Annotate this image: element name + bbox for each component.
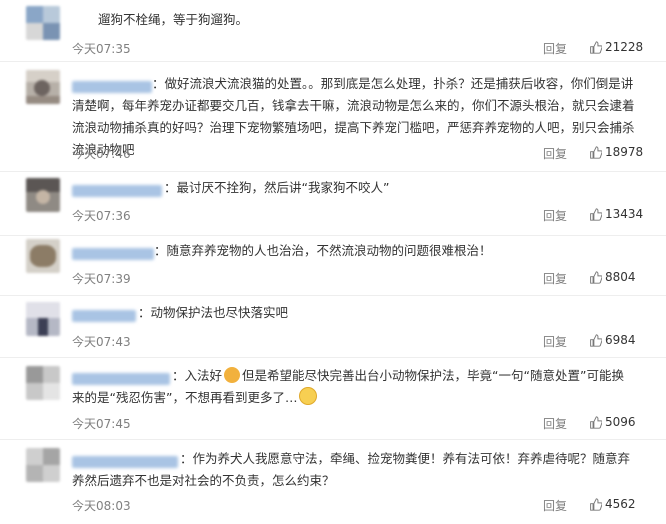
like-button[interactable]: 21228 [589, 40, 643, 54]
avatar[interactable] [26, 178, 60, 212]
name-colon: ： [164, 180, 177, 195]
comment-item: ：做好流浪犬流浪猫的处置。。那到底是怎么处理，扑杀？还是捕获后收容，你们倒是讲清… [0, 62, 666, 172]
like-button[interactable]: 8804 [589, 270, 636, 284]
comment-item: ：动物保护法也尽快落实吧 今天07:43 回复 6984 [0, 296, 666, 358]
name-colon: ： [152, 76, 165, 91]
comment-text: ：入法好 但是希望能尽快完善出台小动物保护法，毕竟“一句“随意处置”可能换来的是“… [72, 367, 624, 405]
comment-item: ：入法好 但是希望能尽快完善出台小动物保护法，毕竟“一句“随意处置”可能换来的是“… [0, 358, 666, 440]
reply-button[interactable]: 回复 [543, 40, 567, 57]
reply-button[interactable]: 回复 [543, 497, 567, 514]
thumbs-up-icon [590, 415, 602, 429]
avatar[interactable] [26, 239, 60, 273]
reply-button[interactable]: 回复 [543, 415, 567, 432]
thumbs-up-icon [590, 207, 602, 221]
reply-button[interactable]: 回复 [543, 270, 567, 287]
like-count: 8804 [605, 270, 636, 284]
comment-time: 今天07:43 [72, 335, 131, 349]
like-button[interactable]: 13434 [589, 207, 643, 221]
comment-text: ：作为养犬人我愿意守法，牵绳、捡宠物粪便！养有法可依！弃养虐待呢？随意弃养然后遗… [72, 451, 631, 488]
like-button[interactable]: 18978 [589, 145, 643, 159]
like-count: 6984 [605, 333, 636, 347]
comment-time: 今天07:39 [72, 272, 131, 286]
thumbs-up-emoji-icon [224, 367, 241, 383]
comment-time: 今天07:36 [72, 209, 131, 223]
comment-text: ：随意弃养宠物的人也治治，不然流浪动物的问题很难根治！ [154, 243, 492, 258]
reply-button[interactable]: 回复 [543, 207, 567, 224]
like-button[interactable]: 5096 [589, 415, 636, 429]
like-button[interactable]: 4562 [589, 497, 636, 511]
like-count: 13434 [605, 207, 644, 221]
avatar[interactable] [26, 448, 60, 482]
name-colon: ： [180, 451, 193, 466]
comment-text: ：最讨厌不拴狗，然后讲“我家狗不咬人” [164, 180, 390, 195]
comment-text: ：动物保护法也尽快落实吧 [138, 305, 289, 320]
comment-time: 今天07:45 [72, 417, 131, 431]
reply-button[interactable]: 回复 [543, 145, 567, 162]
like-count: 18978 [605, 145, 644, 159]
comment-item: ：最讨厌不拴狗，然后讲“我家狗不咬人” 今天07:36 回复 13434 [0, 172, 666, 236]
comment-time: 今天07:35 [72, 42, 131, 56]
comment-time: 今天07:46 [72, 147, 131, 161]
comment-item: ：作为养犬人我愿意守法，牵绳、捡宠物粪便！养有法可依！弃养虐待呢？随意弃养然后遗… [0, 440, 666, 524]
like-count: 4562 [605, 497, 636, 511]
name-colon: ： [172, 368, 185, 383]
comment-time: 今天08:03 [72, 499, 131, 513]
name-colon: ： [138, 305, 151, 320]
name-colon: ： [154, 243, 167, 258]
thumbs-up-icon [590, 497, 602, 511]
thumbs-up-icon [590, 333, 602, 347]
avatar[interactable] [26, 70, 60, 104]
reply-button[interactable]: 回复 [543, 333, 567, 350]
thumbs-up-icon [590, 40, 602, 54]
comment-item: ：随意弃养宠物的人也治治，不然流浪动物的问题很难根治！ 今天07:39 回复 8… [0, 236, 666, 296]
comment-text: 遛狗不栓绳，等于狗遛狗。 [98, 12, 249, 27]
avatar[interactable] [26, 366, 60, 400]
avatar[interactable] [26, 6, 60, 40]
thumbs-up-icon [590, 145, 602, 159]
like-button[interactable]: 6984 [589, 333, 636, 347]
comment-item: 遛狗不栓绳，等于狗遛狗。 今天07:35 回复 21228 [0, 0, 666, 62]
smile-emoji-icon [299, 387, 318, 405]
thumbs-up-icon [590, 270, 602, 284]
avatar[interactable] [26, 302, 60, 336]
like-count: 5096 [605, 415, 636, 429]
like-count: 21228 [605, 40, 644, 54]
